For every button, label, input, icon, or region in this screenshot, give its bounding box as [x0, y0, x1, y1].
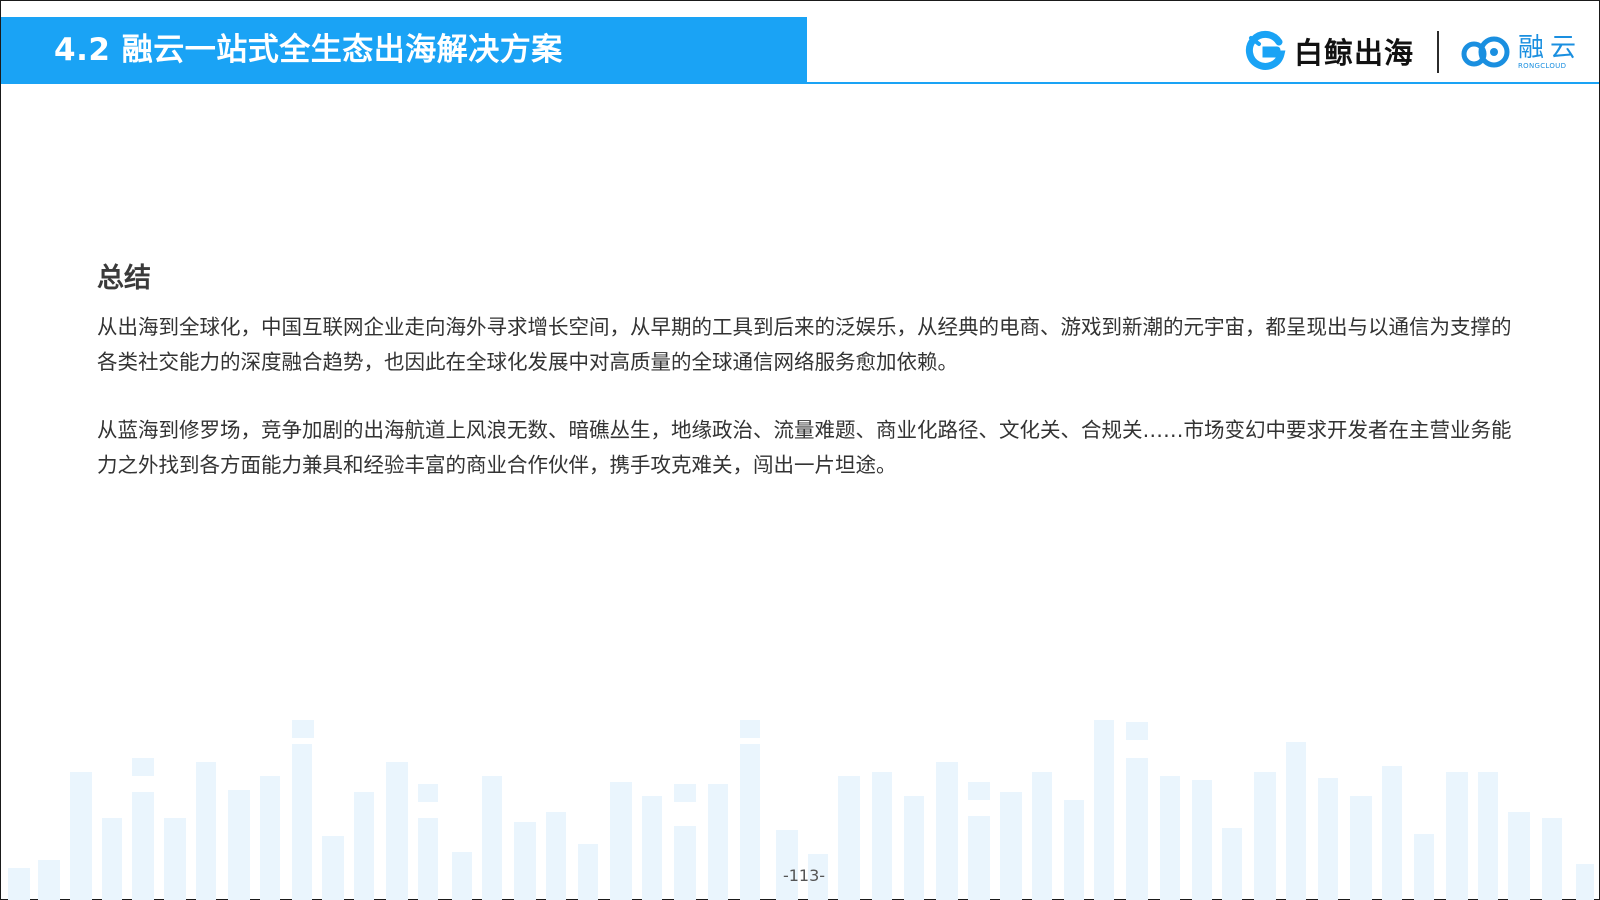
- decorative-bar: [1222, 828, 1242, 900]
- summary-paragraph-1: 从出海到全球化，中国互联网企业走向海外寻求增长空间，从早期的工具到后来的泛娱乐，…: [97, 315, 1512, 374]
- rongcloud-logo-text: 融云: [1518, 32, 1583, 63]
- page-number: -113-: [782, 866, 826, 885]
- decorative-bar: [546, 812, 566, 900]
- page-title: 4.2 融云一站式全生态出海解决方案: [54, 32, 563, 68]
- logo-divider: [1437, 31, 1439, 73]
- decorative-bar: [674, 826, 696, 900]
- decorative-bar-cap: [968, 782, 990, 800]
- decorative-bar: [1508, 812, 1530, 900]
- decorative-bar: [514, 822, 536, 900]
- decorative-bar: [776, 830, 798, 900]
- decorative-bar-cap: [674, 784, 696, 802]
- decorative-bar-cap: [740, 720, 760, 738]
- section-heading: 总结: [97, 263, 151, 294]
- rongcloud-logo: 融云 RONGCLOUD: [1460, 32, 1582, 72]
- rongcloud-logo-subtext: RONGCLOUD: [1518, 61, 1567, 70]
- decorative-bar: [1064, 800, 1084, 900]
- decorative-bar-cap: [1094, 720, 1114, 738]
- decorative-bar: [1542, 818, 1562, 900]
- decorative-bar: [164, 818, 186, 900]
- decorative-bar: [968, 816, 990, 900]
- baijing-logo-text: 白鲸出海: [1294, 36, 1415, 70]
- decorative-bar-cap: [292, 720, 314, 738]
- decorative-bar-cap: [132, 758, 154, 776]
- decorative-bar-cap: [1126, 722, 1148, 740]
- rongcloud-logo-icon: [1461, 36, 1510, 68]
- decorative-bar-cap: [418, 784, 438, 802]
- header-rule: [806, 82, 1599, 84]
- decorative-bar: [418, 818, 438, 900]
- baijing-logo: 白鲸出海: [1244, 28, 1414, 74]
- baijing-logo-icon: [1245, 30, 1286, 70]
- decorative-bar: [102, 818, 122, 900]
- summary-paragraph-2: 从蓝海到修罗场，竞争加剧的出海航道上风浪无数、暗礁丛生，地缘政治、流量难题、商业…: [97, 418, 1512, 477]
